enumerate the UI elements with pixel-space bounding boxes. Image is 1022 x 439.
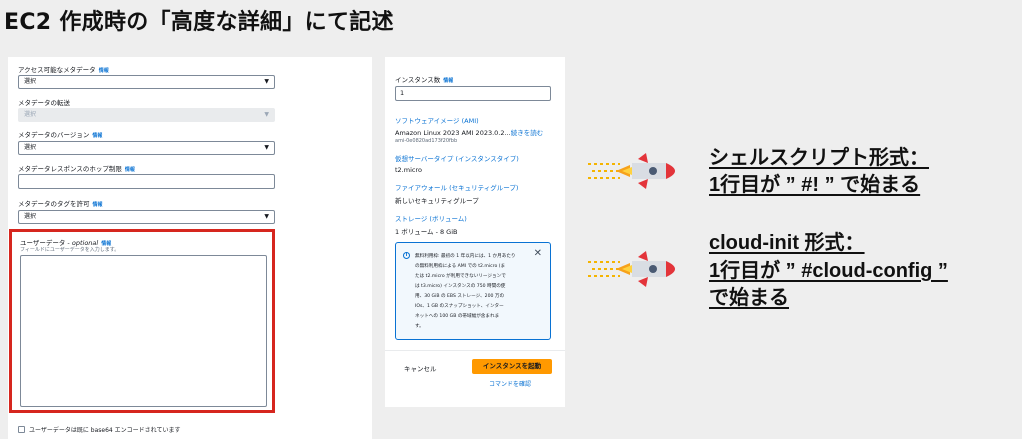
free-tier-alert: i ✕ 無料利用枠: 最初の 1 年以内には、1 か月あたり の無料利用枠による… xyxy=(395,242,551,340)
info-link[interactable]: 情報 xyxy=(99,68,109,74)
instance-count-label: インスタンス数 情報 xyxy=(395,76,454,84)
close-icon[interactable]: ✕ xyxy=(534,248,542,259)
firewall-link[interactable]: ファイアウォール (セキュリティグループ) xyxy=(395,182,518,192)
metadata-hop-limit-input[interactable] xyxy=(18,174,275,189)
user-data-description: フィールドにユーザーデータを入力します。 xyxy=(20,247,120,253)
read-more-link[interactable]: 続きを読む xyxy=(511,129,544,137)
metadata-tags-select[interactable]: 選択 ▼ xyxy=(18,210,275,224)
caret-down-icon: ▼ xyxy=(264,111,269,118)
instance-type-value: t2.micro xyxy=(395,166,422,174)
slide-title: EC2 作成時の「高度な詳細」にて記述 xyxy=(4,10,394,35)
instance-type-link[interactable]: 仮想サーバータイプ (インスタンスタイプ) xyxy=(395,153,519,163)
ami-value: Amazon Linux 2023 AMI 2023.0.2...続きを読む xyxy=(395,129,544,137)
firewall-value: 新しいセキュリティグループ xyxy=(395,197,479,205)
cloud-init-note-line2: 1行目が ” #cloud-config ” xyxy=(709,260,948,282)
metadata-version-select[interactable]: 選択 ▼ xyxy=(18,141,275,155)
metadata-transport-label: メタデータの転送 xyxy=(18,99,70,107)
info-link[interactable]: 情報 xyxy=(92,133,102,139)
shell-script-note-line2: 1行目が ” #! ” で始まる xyxy=(709,174,921,196)
advanced-details-panel: アクセス可能なメタデータ 情報 選択 ▼ メタデータの転送 選択 ▼ メタデータの… xyxy=(8,57,372,439)
info-link[interactable]: 情報 xyxy=(443,78,453,84)
user-data-textarea[interactable] xyxy=(20,255,267,407)
instance-count-input[interactable]: 1 xyxy=(395,86,551,101)
caret-down-icon: ▼ xyxy=(264,78,269,85)
metadata-accessible-label: アクセス可能なメタデータ 情報 xyxy=(18,66,109,74)
divider xyxy=(385,350,565,351)
review-commands-link[interactable]: コマンドを確認 xyxy=(489,379,531,388)
info-circle-icon: i xyxy=(403,252,410,259)
launch-instance-button[interactable]: インスタンスを起動 xyxy=(472,359,552,374)
metadata-transport-select: 選択 ▼ xyxy=(18,108,275,122)
storage-link[interactable]: ストレージ (ボリューム) xyxy=(395,213,467,223)
cloud-init-note-line3: で始まる xyxy=(709,287,789,309)
base64-checkbox-row[interactable]: ユーザーデータは既に base64 エンコードされています xyxy=(18,425,180,434)
summary-panel: インスタンス数 情報 1 ソフトウェアイメージ (AMI) Amazon Linu… xyxy=(385,57,565,407)
storage-value: 1 ボリューム - 8 GiB xyxy=(395,228,458,236)
caret-down-icon: ▼ xyxy=(264,144,269,151)
rocket-icon xyxy=(588,251,675,287)
free-tier-text: 無料利用枠: 最初の 1 年以内には、1 か月あたり の無料利用枠による AMI… xyxy=(415,254,516,329)
metadata-tags-label: メタデータのタグを許可 情報 xyxy=(18,200,103,208)
metadata-version-label: メタデータのバージョン 情報 xyxy=(18,131,103,139)
user-data-highlight: ユーザーデータ - optional 情報 フィールドにユーザーデータを入力します… xyxy=(9,229,275,413)
base64-checkbox[interactable] xyxy=(18,426,25,433)
metadata-accessible-select[interactable]: 選択 ▼ xyxy=(18,75,275,89)
caret-down-icon: ▼ xyxy=(264,213,269,220)
info-link[interactable]: 情報 xyxy=(125,167,135,173)
cloud-init-note-line1: cloud-init 形式： xyxy=(709,232,865,254)
rocket-icon xyxy=(588,153,675,189)
ami-id: ami-0e0820ad173f20fbb xyxy=(395,138,458,144)
info-link[interactable]: 情報 xyxy=(93,202,103,208)
shell-script-note-line1: シェルスクリプト形式： xyxy=(709,147,929,169)
cancel-button[interactable]: キャンセル xyxy=(404,363,437,373)
ami-link[interactable]: ソフトウェアイメージ (AMI) xyxy=(395,115,479,125)
metadata-hop-limit-label: メタデータレスポンスのホップ制限 情報 xyxy=(18,165,135,173)
